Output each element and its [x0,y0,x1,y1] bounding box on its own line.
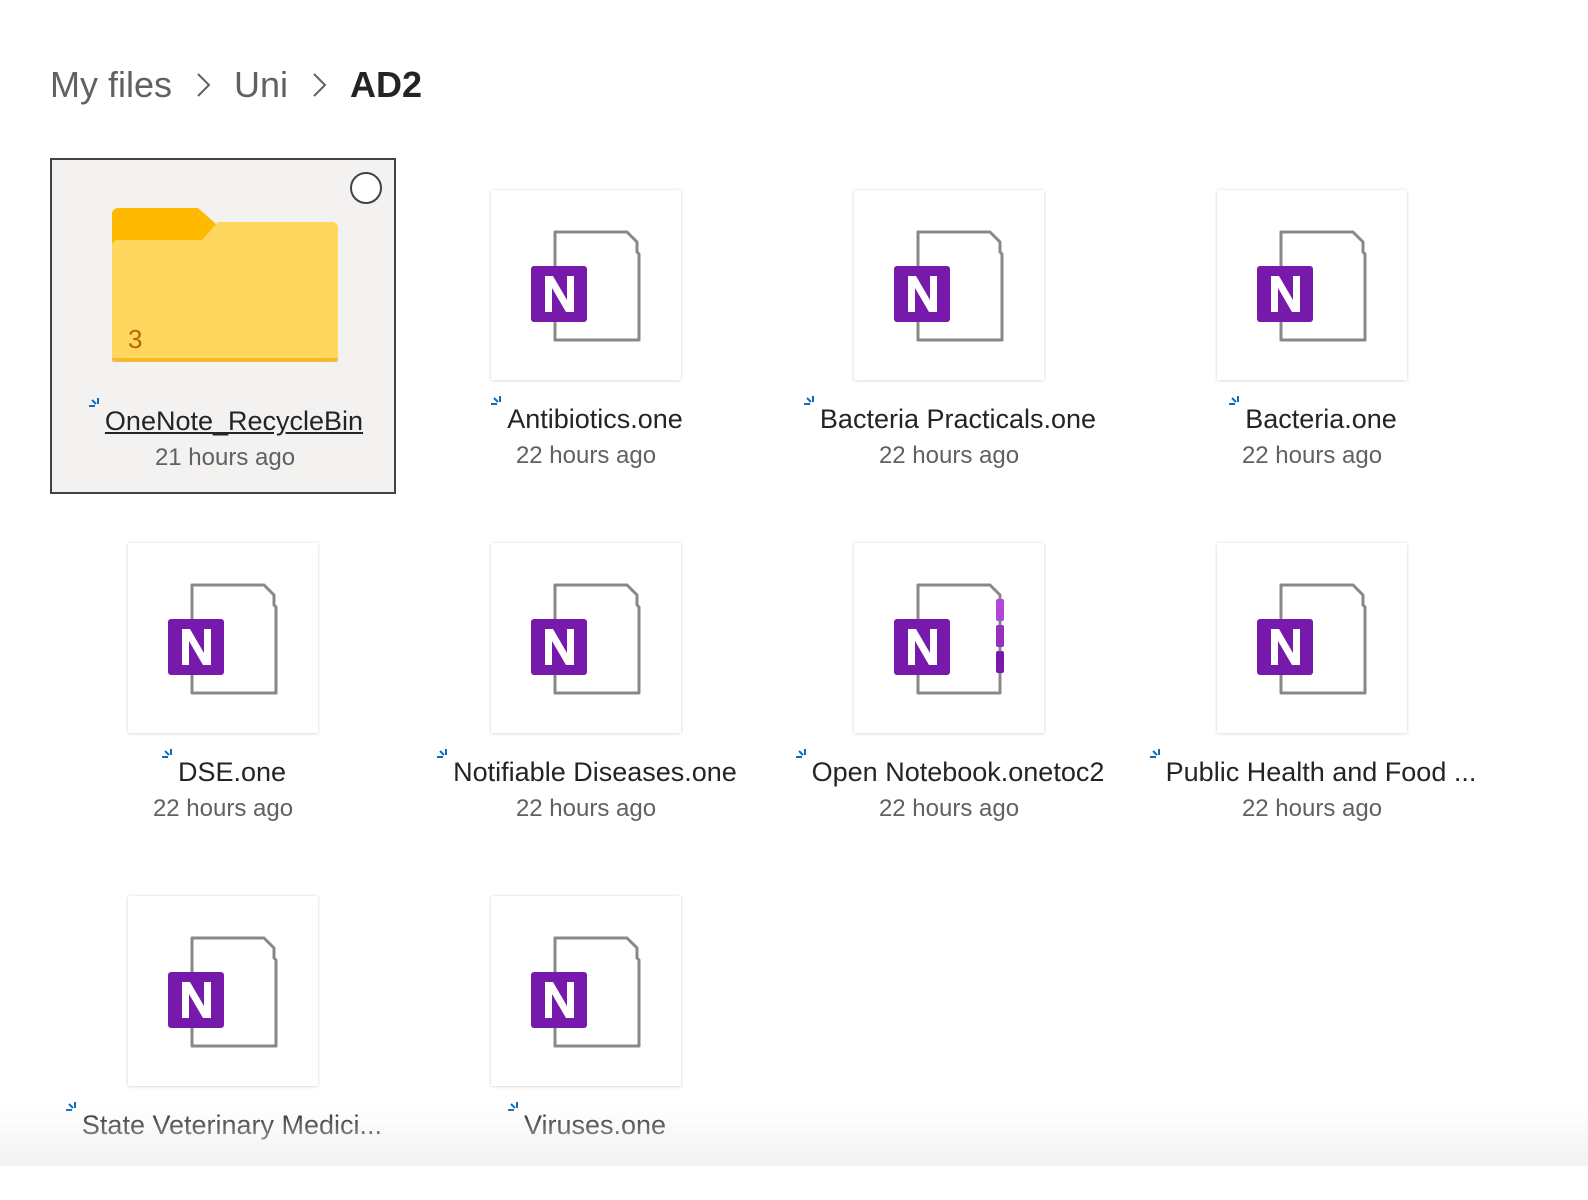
chevron-right-icon [302,68,336,102]
breadcrumb-my-files[interactable]: My files [50,64,172,106]
new-item-sparkle-icon [435,747,455,767]
file-name[interactable]: Antibiotics.one [507,404,683,434]
new-item-sparkle-icon [160,747,180,767]
onenote-file-icon [531,583,641,695]
file-tile[interactable]: Bacteria.one 22 hours ago [1139,158,1485,494]
new-item-sparkle-icon [802,394,822,414]
file-name[interactable]: DSE.one [178,757,286,787]
file-name[interactable]: Bacteria.one [1245,404,1397,434]
file-tile[interactable]: State Veterinary Medici... [50,864,396,1200]
chevron-right-icon [186,68,220,102]
new-item-sparkle-icon [1227,394,1247,414]
file-tile[interactable]: Public Health and Food ... 22 hours ago [1139,511,1485,847]
file-name[interactable]: Viruses.one [524,1110,666,1140]
onenote-notebook-icon [894,583,1004,695]
onenote-file-icon [1257,583,1367,695]
new-item-sparkle-icon [87,396,107,416]
file-tile[interactable]: DSE.one 22 hours ago [50,511,396,847]
modified-date: 22 hours ago [1241,442,1383,469]
modified-date: 22 hours ago [878,442,1020,469]
file-name[interactable]: Bacteria Practicals.one [820,404,1096,434]
file-tile[interactable]: Open Notebook.onetoc2 22 hours ago [776,511,1122,847]
new-item-sparkle-icon [64,1100,84,1120]
new-item-sparkle-icon [506,1100,526,1120]
file-tile[interactable]: Bacteria Practicals.one 22 hours ago [776,158,1122,494]
breadcrumb-uni[interactable]: Uni [234,64,288,106]
file-name[interactable]: Notifiable Diseases.one [453,757,737,787]
modified-date: 22 hours ago [1241,795,1383,822]
onenote-file-icon [168,583,278,695]
modified-date: 22 hours ago [515,442,657,469]
new-item-sparkle-icon [489,394,509,414]
file-tile[interactable]: Viruses.one [413,864,759,1200]
breadcrumb: My files Uni AD2 [50,60,422,110]
modified-date: 22 hours ago [878,795,1020,822]
modified-date: 21 hours ago [154,444,296,471]
breadcrumb-current-folder: AD2 [350,64,423,105]
onenote-file-icon [894,230,1004,342]
onenote-file-icon [531,230,641,342]
new-item-sparkle-icon [794,747,814,767]
file-name[interactable]: Public Health and Food ... [1166,757,1477,787]
modified-date: 22 hours ago [515,795,657,822]
file-tile[interactable]: Notifiable Diseases.one 22 hours ago [413,511,759,847]
modified-date: 22 hours ago [152,795,294,822]
file-name[interactable]: Open Notebook.onetoc2 [812,757,1105,787]
new-item-sparkle-icon [1148,747,1168,767]
file-tile[interactable]: Antibiotics.one 22 hours ago [413,158,759,494]
file-name[interactable]: OneNote_RecycleBin [105,406,363,436]
onenote-file-icon [531,936,641,1048]
onenote-file-icon [168,936,278,1048]
folder-tile-recyclebin[interactable]: 3 OneNote_RecycleBin 21 hours ago [50,158,396,494]
folder-item-count: 3 [128,324,143,354]
onenote-file-icon [1257,230,1367,342]
selection-checkbox[interactable] [350,172,382,204]
folder-icon: 3 [112,208,338,368]
file-grid: 3 OneNote_RecycleBin 21 hours ago Antibi… [50,158,1550,1166]
file-name[interactable]: State Veterinary Medici... [82,1110,382,1140]
